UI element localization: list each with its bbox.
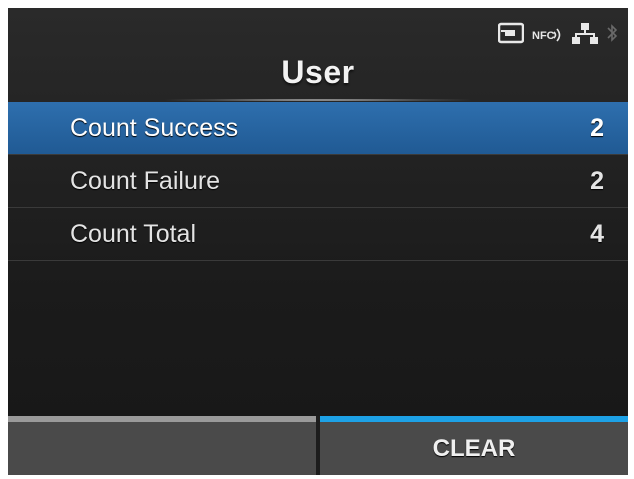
nfc-label: NFC bbox=[532, 30, 555, 42]
list-item-label: Count Total bbox=[70, 219, 197, 248]
clear-button-label: CLEAR bbox=[432, 434, 516, 462]
softkey-bar: CLEAR bbox=[8, 416, 628, 475]
list-item-value: 2 bbox=[590, 166, 604, 195]
left-softkey[interactable] bbox=[8, 416, 316, 475]
list-item-value: 2 bbox=[590, 113, 604, 142]
list-item-label: Count Failure bbox=[70, 166, 221, 195]
list-item-label: Count Success bbox=[70, 113, 239, 142]
printer-display: NFC User Count Success 2 Count Failure 2… bbox=[8, 8, 628, 475]
page-title: User bbox=[281, 54, 355, 90]
list-item-count-total[interactable]: Count Total 4 bbox=[8, 208, 628, 261]
bluetooth-icon bbox=[606, 22, 618, 44]
softkey-indicator bbox=[320, 416, 628, 422]
softkey-indicator bbox=[8, 416, 316, 422]
list-item-count-failure[interactable]: Count Failure 2 bbox=[8, 155, 628, 208]
nfc-icon: NFC bbox=[532, 22, 564, 44]
list-item-value: 4 bbox=[590, 219, 604, 248]
clear-button[interactable]: CLEAR bbox=[320, 416, 628, 475]
status-bar: NFC bbox=[498, 20, 618, 46]
title-underline bbox=[158, 99, 478, 101]
sd-card-icon bbox=[498, 22, 524, 44]
list-item-count-success[interactable]: Count Success 2 bbox=[8, 102, 628, 155]
settings-list: Count Success 2 Count Failure 2 Count To… bbox=[8, 102, 628, 261]
network-icon bbox=[572, 22, 598, 44]
